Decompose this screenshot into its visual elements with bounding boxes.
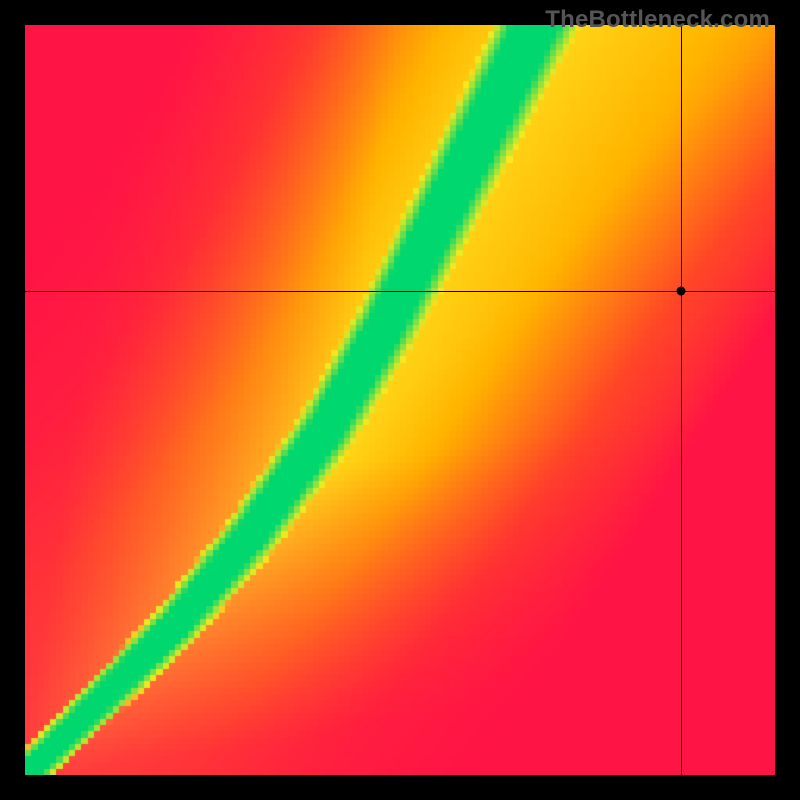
watermark-text: TheBottleneck.com bbox=[545, 6, 770, 34]
plot-container: TheBottleneck.com bbox=[0, 0, 800, 800]
crosshair-marker-dot bbox=[677, 287, 686, 296]
heatmap-canvas bbox=[25, 25, 775, 775]
crosshair-vertical bbox=[681, 25, 682, 775]
crosshair-horizontal bbox=[25, 291, 775, 292]
heatmap-plot bbox=[25, 25, 775, 775]
